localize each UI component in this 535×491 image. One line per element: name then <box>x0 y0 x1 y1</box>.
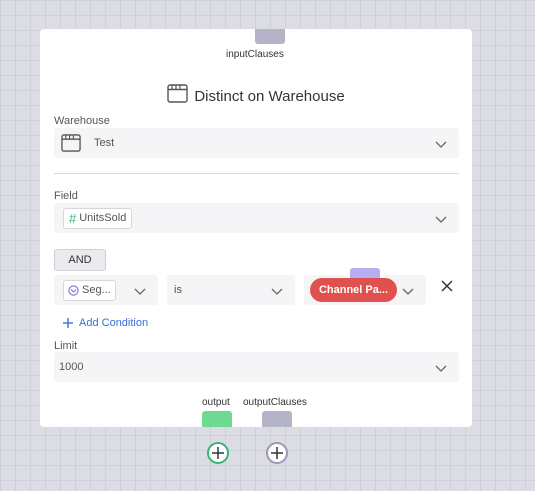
value-port[interactable] <box>350 268 380 278</box>
add-output-button[interactable] <box>207 442 229 464</box>
output-clauses-label: outputClauses <box>243 397 307 408</box>
output-port[interactable] <box>202 411 232 427</box>
output-clauses-port[interactable] <box>262 411 292 427</box>
chevron-down-icon[interactable] <box>134 284 146 302</box>
chevron-down-icon[interactable] <box>435 212 447 230</box>
add-condition-button[interactable]: Add Condition <box>62 317 148 329</box>
close-icon[interactable] <box>441 280 453 292</box>
add-condition-label: Add Condition <box>79 317 149 329</box>
chevron-down-icon[interactable] <box>435 361 447 379</box>
input-clauses-port[interactable] <box>255 29 285 44</box>
chevron-down-icon[interactable] <box>435 137 447 155</box>
field-chip: # UnitsSold <box>63 207 133 229</box>
warehouse-label: Warehouse <box>54 115 110 127</box>
divider <box>54 173 459 174</box>
segment-select[interactable]: Seg... <box>54 275 158 305</box>
warehouse-select[interactable]: Test <box>54 128 459 158</box>
warehouse-icon <box>167 83 189 109</box>
comparator-value: is <box>174 284 182 296</box>
input-clauses-label: inputClauses <box>226 49 284 60</box>
comparator-select[interactable]: is <box>167 275 295 305</box>
limit-value: 1000 <box>59 361 84 373</box>
output-label: output <box>202 397 230 408</box>
segment-value: Seg... <box>82 284 111 296</box>
node-card: inputClauses Distinct on Warehouse Wareh… <box>40 29 472 427</box>
plus-icon <box>62 317 74 329</box>
field-select[interactable]: # UnitsSold <box>54 203 459 233</box>
field-label: Field <box>54 190 78 202</box>
plus-icon <box>212 447 224 459</box>
value-pill[interactable]: Channel Pa... <box>310 278 397 302</box>
node-title: Distinct on Warehouse <box>194 87 345 105</box>
and-button[interactable]: AND <box>54 249 106 271</box>
limit-label: Limit <box>54 340 78 352</box>
segment-chip: Seg... <box>63 279 116 301</box>
chevron-down-icon[interactable] <box>271 284 283 302</box>
warehouse-icon <box>61 133 81 153</box>
add-output-clauses-button[interactable] <box>266 442 288 464</box>
chevron-down-icon[interactable] <box>402 284 414 302</box>
number-icon: # <box>69 210 77 226</box>
limit-select[interactable]: 1000 <box>54 352 459 382</box>
field-value: UnitsSold <box>79 212 127 224</box>
plus-icon <box>271 447 283 459</box>
warehouse-value: Test <box>94 137 115 149</box>
segment-icon <box>68 284 79 296</box>
node-header: Distinct on Warehouse <box>40 83 472 109</box>
